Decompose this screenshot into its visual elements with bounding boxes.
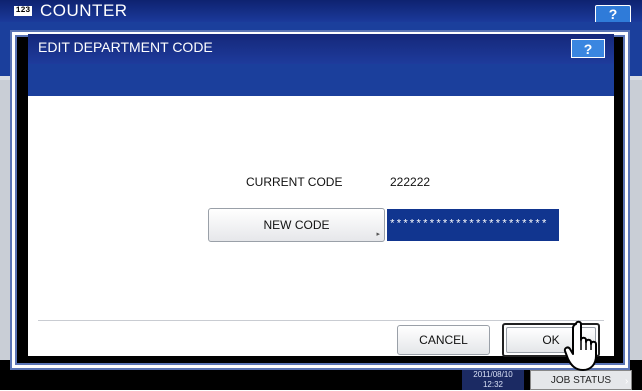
clock: 2011/08/10 12:32 [462,370,524,390]
app-left-margin [0,80,12,360]
new-code-field[interactable]: ************************ [387,209,559,241]
counter-123-icon: 123 [14,6,32,16]
dialog-help-button[interactable]: ? [571,39,605,58]
chevron-right-icon: › [625,376,629,387]
new-code-button[interactable]: NEW CODE ▸ [208,208,385,242]
new-code-button-label: NEW CODE [263,218,330,232]
job-status-button[interactable]: JOB STATUS [530,370,632,390]
dialog-divider [38,320,604,321]
clock-date: 2011/08/10 [473,370,513,379]
pointing-hand-icon [563,320,597,371]
current-code-label: CURRENT CODE [246,175,343,189]
dialog-title: EDIT DEPARTMENT CODE [38,39,213,55]
app-right-margin [630,80,642,360]
corner-triangle-icon: ▸ [376,231,380,238]
cancel-button[interactable]: CANCEL [397,325,490,355]
edit-department-code-dialog: EDIT DEPARTMENT CODE ? CURRENT CODE 2222… [28,34,614,357]
app-title: COUNTER [40,1,128,20]
dialog-header: EDIT DEPARTMENT CODE ? [28,34,614,64]
clock-time: 12:32 [482,380,504,389]
current-code-value: 222222 [390,175,431,189]
dialog-header-band [28,64,614,96]
